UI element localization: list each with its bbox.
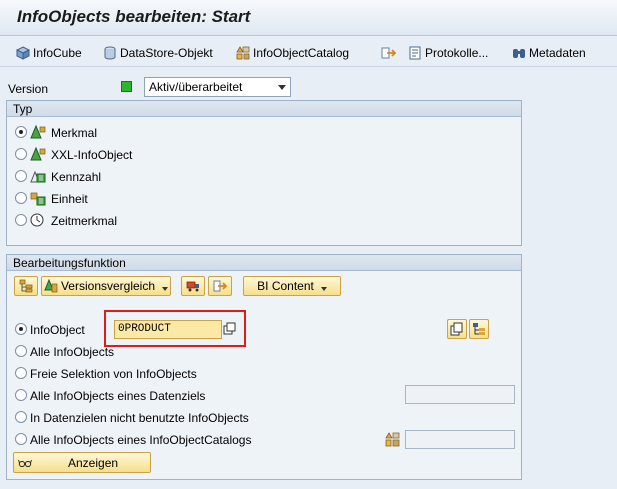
hierarchy-icon xyxy=(19,279,33,293)
typ-group: Typ Merkmal XXL-InfoObject Kennzahl Einh… xyxy=(6,100,522,246)
radio-datenziel[interactable]: Alle InfoObjects eines Datenziels xyxy=(15,388,285,404)
radio-einheit[interactable]: Einheit xyxy=(15,191,215,207)
anzeigen-label: Anzeigen xyxy=(68,455,119,470)
radio-label: Kennzahl xyxy=(51,170,102,184)
infocube-label: InfoCube xyxy=(33,46,82,60)
compare-icon xyxy=(44,278,58,293)
versionsvergleich-label: Versionsvergleich xyxy=(60,279,156,293)
anzeigen-button[interactable]: Anzeigen xyxy=(13,452,151,473)
radio-label: Zeitmerkmal xyxy=(51,214,118,228)
radio-label: InfoObject xyxy=(30,323,85,337)
radio-button[interactable] xyxy=(15,389,27,401)
protokolle-label: Protokolle... xyxy=(425,46,489,60)
radio-label: Einheit xyxy=(51,192,88,206)
radio-button[interactable] xyxy=(15,170,27,182)
metadaten-label: Metadaten xyxy=(529,46,586,60)
radio-label: Alle InfoObjects eines InfoObjectCatalog… xyxy=(30,433,252,447)
dropdown-arrow-icon xyxy=(162,286,169,291)
application-toolbar: InfoCube DataStore-Objekt InfoObjectCata… xyxy=(0,37,617,67)
radio-label: Freie Selektion von InfoObjects xyxy=(30,367,197,381)
database-icon xyxy=(103,46,117,60)
infoobjectcatalog-label: InfoObjectCatalog xyxy=(253,46,350,60)
page-title: InfoObjects bearbeiten: Start xyxy=(17,7,251,26)
structure-button[interactable] xyxy=(469,319,489,339)
truck-icon xyxy=(186,279,200,293)
arrow-right-icon xyxy=(381,46,397,60)
radio-button[interactable] xyxy=(15,411,27,423)
radio-alle-infoobjects[interactable]: Alle InfoObjects xyxy=(15,344,215,360)
datastore-label: DataStore-Objekt xyxy=(120,46,213,60)
radio-button[interactable] xyxy=(15,126,27,138)
binoculars-icon xyxy=(512,46,526,60)
catalog-icon xyxy=(385,432,401,447)
infoobject-input-value: 0PRODUCT xyxy=(118,323,171,335)
radio-button[interactable] xyxy=(15,323,27,335)
protokolle-button[interactable]: Protokolle... xyxy=(408,44,488,62)
copy-icon xyxy=(223,322,236,335)
radio-merkmal[interactable]: Merkmal xyxy=(15,124,215,143)
radio-kennzahl[interactable]: Kennzahl xyxy=(15,169,215,185)
structure-icon xyxy=(472,322,486,336)
infoobjectcatalog-input[interactable] xyxy=(405,430,515,449)
chevron-down-icon xyxy=(278,85,286,90)
value-help-button[interactable] xyxy=(223,322,237,336)
radio-button[interactable] xyxy=(15,345,27,357)
title-bar: InfoObjects bearbeiten: Start xyxy=(0,0,617,36)
metadaten-button[interactable]: Metadaten xyxy=(512,44,586,62)
radio-label: In Datenzielen nicht benutzte InfoObject… xyxy=(30,411,249,425)
radio-xxl-infoobject[interactable]: XXL-InfoObject xyxy=(15,146,215,165)
einheit-icon xyxy=(30,191,46,209)
radio-button[interactable] xyxy=(15,192,27,204)
bi-content-label: BI Content xyxy=(257,279,314,293)
hierarchy-button[interactable] xyxy=(14,276,38,296)
infoobjectcatalog-button[interactable]: InfoObjectCatalog xyxy=(236,44,349,62)
versionsvergleich-button[interactable]: Versionsvergleich xyxy=(41,276,171,296)
export-button[interactable] xyxy=(381,44,397,62)
merkmal-icon xyxy=(30,124,46,143)
catalog-icon xyxy=(236,46,250,60)
radio-label: Alle InfoObjects eines Datenziels xyxy=(30,389,206,403)
cube-icon xyxy=(15,46,31,60)
copy-icon xyxy=(450,322,464,336)
transport-button[interactable] xyxy=(181,276,205,296)
arrow-right-icon xyxy=(213,279,228,293)
log-icon xyxy=(408,46,422,60)
bi-content-button[interactable]: BI Content xyxy=(243,276,341,296)
dropdown-arrow-icon xyxy=(320,286,327,291)
radio-label: XXL-InfoObject xyxy=(51,148,133,162)
datastore-button[interactable]: DataStore-Objekt xyxy=(103,44,213,62)
radio-label: Alle InfoObjects xyxy=(30,345,115,359)
infoobject-input[interactable]: 0PRODUCT xyxy=(114,320,222,339)
status-led-icon xyxy=(121,81,132,92)
radio-infoobjectcatalog[interactable]: Alle InfoObjects eines InfoObjectCatalog… xyxy=(15,432,315,448)
xxl-infoobject-icon xyxy=(30,146,46,165)
glasses-icon xyxy=(18,456,32,470)
radio-button[interactable] xyxy=(15,214,27,226)
radio-zeitmerkmal[interactable]: Zeitmerkmal xyxy=(15,213,215,229)
radio-label: Merkmal xyxy=(51,126,98,140)
version-label: Version xyxy=(8,82,49,96)
radio-button[interactable] xyxy=(15,433,27,445)
radio-button[interactable] xyxy=(15,148,27,160)
clock-icon xyxy=(30,213,46,231)
radio-nicht-benutzte[interactable]: In Datenzielen nicht benutzte InfoObject… xyxy=(15,410,315,426)
bearbeitung-group-title: Bearbeitungsfunktion xyxy=(7,255,521,271)
kennzahl-icon xyxy=(30,169,46,187)
radio-button[interactable] xyxy=(15,367,27,379)
typ-group-title: Typ xyxy=(7,101,521,117)
version-select-value: Aktiv/überarbeitet xyxy=(149,80,243,94)
version-select[interactable]: Aktiv/überarbeitet xyxy=(144,77,291,97)
copy-button[interactable] xyxy=(447,319,467,339)
datenziel-input[interactable] xyxy=(405,385,515,404)
radio-infoobject[interactable]: InfoObject xyxy=(15,322,105,338)
activate-button[interactable] xyxy=(208,276,232,296)
radio-freie-selektion[interactable]: Freie Selektion von InfoObjects xyxy=(15,366,265,382)
infocube-button[interactable]: InfoCube xyxy=(15,44,82,62)
bearbeitung-group: Bearbeitungsfunktion Versionsvergleich B… xyxy=(6,254,522,480)
